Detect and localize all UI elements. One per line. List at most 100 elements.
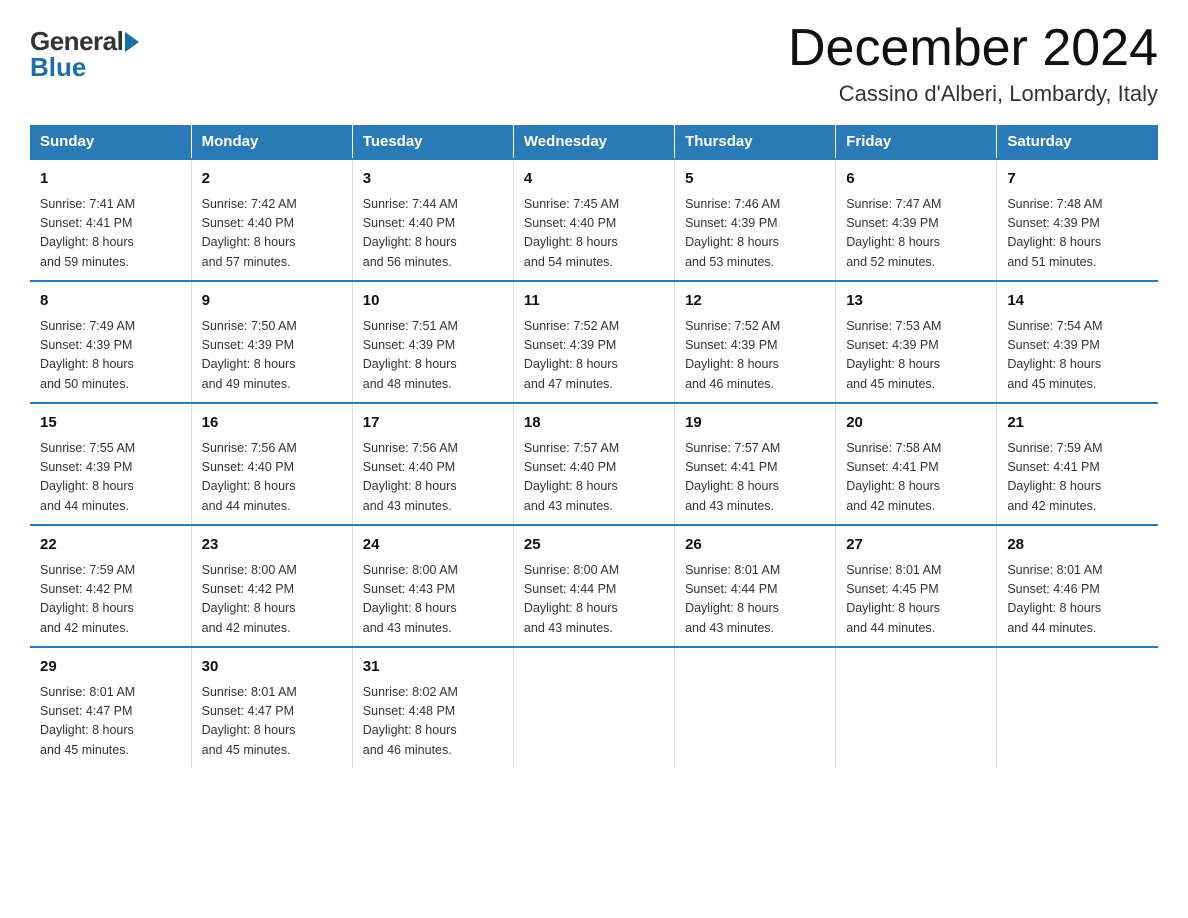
calendar-cell: 25 Sunrise: 8:00 AM Sunset: 4:44 PM Dayl… [513,525,674,647]
calendar-cell: 27 Sunrise: 8:01 AM Sunset: 4:45 PM Dayl… [836,525,997,647]
day-number: 4 [524,168,664,191]
day-number: 5 [685,168,825,191]
day-info: Sunrise: 8:01 AM Sunset: 4:47 PM Dayligh… [40,683,181,761]
day-info: Sunrise: 8:00 AM Sunset: 4:42 PM Dayligh… [202,561,342,639]
day-info: Sunrise: 7:41 AM Sunset: 4:41 PM Dayligh… [40,195,181,273]
calendar-cell: 31 Sunrise: 8:02 AM Sunset: 4:48 PM Dayl… [352,647,513,768]
day-info: Sunrise: 7:52 AM Sunset: 4:39 PM Dayligh… [524,317,664,395]
calendar-cell: 21 Sunrise: 7:59 AM Sunset: 4:41 PM Dayl… [997,403,1158,525]
logo: General Blue [30,20,139,80]
day-info: Sunrise: 7:50 AM Sunset: 4:39 PM Dayligh… [202,317,342,395]
day-info: Sunrise: 7:54 AM Sunset: 4:39 PM Dayligh… [1007,317,1148,395]
day-number: 1 [40,168,181,191]
day-info: Sunrise: 7:55 AM Sunset: 4:39 PM Dayligh… [40,439,181,517]
calendar-week-row-4: 22 Sunrise: 7:59 AM Sunset: 4:42 PM Dayl… [30,525,1158,647]
day-info: Sunrise: 8:01 AM Sunset: 4:47 PM Dayligh… [202,683,342,761]
page-header: General Blue December 2024 Cassino d'Alb… [30,20,1158,107]
calendar-week-row-3: 15 Sunrise: 7:55 AM Sunset: 4:39 PM Dayl… [30,403,1158,525]
calendar-cell: 1 Sunrise: 7:41 AM Sunset: 4:41 PM Dayli… [30,159,191,281]
calendar-cell: 4 Sunrise: 7:45 AM Sunset: 4:40 PM Dayli… [513,159,674,281]
day-info: Sunrise: 7:49 AM Sunset: 4:39 PM Dayligh… [40,317,181,395]
day-number: 11 [524,290,664,313]
weekday-header-friday: Friday [836,125,997,159]
month-title: December 2024 [788,20,1158,77]
day-info: Sunrise: 7:58 AM Sunset: 4:41 PM Dayligh… [846,439,986,517]
calendar-cell: 17 Sunrise: 7:56 AM Sunset: 4:40 PM Dayl… [352,403,513,525]
day-info: Sunrise: 7:57 AM Sunset: 4:41 PM Dayligh… [685,439,825,517]
day-info: Sunrise: 8:02 AM Sunset: 4:48 PM Dayligh… [363,683,503,761]
day-number: 26 [685,534,825,557]
location-title: Cassino d'Alberi, Lombardy, Italy [788,81,1158,107]
calendar-cell: 6 Sunrise: 7:47 AM Sunset: 4:39 PM Dayli… [836,159,997,281]
day-info: Sunrise: 7:59 AM Sunset: 4:41 PM Dayligh… [1007,439,1148,517]
day-number: 19 [685,412,825,435]
calendar-cell: 5 Sunrise: 7:46 AM Sunset: 4:39 PM Dayli… [675,159,836,281]
day-number: 24 [363,534,503,557]
day-info: Sunrise: 7:57 AM Sunset: 4:40 PM Dayligh… [524,439,664,517]
logo-general-text: General [30,28,139,54]
calendar-cell: 18 Sunrise: 7:57 AM Sunset: 4:40 PM Dayl… [513,403,674,525]
calendar-cell: 22 Sunrise: 7:59 AM Sunset: 4:42 PM Dayl… [30,525,191,647]
calendar-cell: 3 Sunrise: 7:44 AM Sunset: 4:40 PM Dayli… [352,159,513,281]
calendar-cell: 14 Sunrise: 7:54 AM Sunset: 4:39 PM Dayl… [997,281,1158,403]
day-number: 2 [202,168,342,191]
day-info: Sunrise: 7:53 AM Sunset: 4:39 PM Dayligh… [846,317,986,395]
calendar-cell [836,647,997,768]
calendar-cell: 30 Sunrise: 8:01 AM Sunset: 4:47 PM Dayl… [191,647,352,768]
day-info: Sunrise: 7:45 AM Sunset: 4:40 PM Dayligh… [524,195,664,273]
day-info: Sunrise: 8:00 AM Sunset: 4:44 PM Dayligh… [524,561,664,639]
weekday-header-thursday: Thursday [675,125,836,159]
title-block: December 2024 Cassino d'Alberi, Lombardy… [788,20,1158,107]
day-info: Sunrise: 7:59 AM Sunset: 4:42 PM Dayligh… [40,561,181,639]
day-number: 23 [202,534,342,557]
calendar-week-row-1: 1 Sunrise: 7:41 AM Sunset: 4:41 PM Dayli… [30,159,1158,281]
day-number: 6 [846,168,986,191]
day-number: 14 [1007,290,1148,313]
day-number: 10 [363,290,503,313]
calendar-cell: 16 Sunrise: 7:56 AM Sunset: 4:40 PM Dayl… [191,403,352,525]
weekday-header-monday: Monday [191,125,352,159]
logo-blue-text: Blue [30,54,86,80]
weekday-header-saturday: Saturday [997,125,1158,159]
day-info: Sunrise: 7:56 AM Sunset: 4:40 PM Dayligh… [202,439,342,517]
day-number: 21 [1007,412,1148,435]
day-info: Sunrise: 7:48 AM Sunset: 4:39 PM Dayligh… [1007,195,1148,273]
day-number: 20 [846,412,986,435]
day-number: 22 [40,534,181,557]
day-number: 30 [202,656,342,679]
day-number: 15 [40,412,181,435]
weekday-header-sunday: Sunday [30,125,191,159]
calendar-header-row: SundayMondayTuesdayWednesdayThursdayFrid… [30,125,1158,159]
day-number: 31 [363,656,503,679]
day-number: 13 [846,290,986,313]
day-info: Sunrise: 8:01 AM Sunset: 4:45 PM Dayligh… [846,561,986,639]
day-number: 28 [1007,534,1148,557]
day-info: Sunrise: 7:56 AM Sunset: 4:40 PM Dayligh… [363,439,503,517]
day-number: 9 [202,290,342,313]
day-info: Sunrise: 7:42 AM Sunset: 4:40 PM Dayligh… [202,195,342,273]
calendar-cell: 11 Sunrise: 7:52 AM Sunset: 4:39 PM Dayl… [513,281,674,403]
day-info: Sunrise: 8:01 AM Sunset: 4:44 PM Dayligh… [685,561,825,639]
calendar-cell: 19 Sunrise: 7:57 AM Sunset: 4:41 PM Dayl… [675,403,836,525]
calendar-cell: 26 Sunrise: 8:01 AM Sunset: 4:44 PM Dayl… [675,525,836,647]
weekday-header-wednesday: Wednesday [513,125,674,159]
day-number: 3 [363,168,503,191]
calendar-cell: 29 Sunrise: 8:01 AM Sunset: 4:47 PM Dayl… [30,647,191,768]
day-number: 27 [846,534,986,557]
day-number: 18 [524,412,664,435]
day-number: 29 [40,656,181,679]
calendar-cell: 23 Sunrise: 8:00 AM Sunset: 4:42 PM Dayl… [191,525,352,647]
calendar-cell: 24 Sunrise: 8:00 AM Sunset: 4:43 PM Dayl… [352,525,513,647]
calendar-cell: 28 Sunrise: 8:01 AM Sunset: 4:46 PM Dayl… [997,525,1158,647]
day-number: 16 [202,412,342,435]
day-info: Sunrise: 8:01 AM Sunset: 4:46 PM Dayligh… [1007,561,1148,639]
day-info: Sunrise: 8:00 AM Sunset: 4:43 PM Dayligh… [363,561,503,639]
day-number: 25 [524,534,664,557]
day-number: 12 [685,290,825,313]
calendar-week-row-5: 29 Sunrise: 8:01 AM Sunset: 4:47 PM Dayl… [30,647,1158,768]
calendar-cell [675,647,836,768]
calendar-week-row-2: 8 Sunrise: 7:49 AM Sunset: 4:39 PM Dayli… [30,281,1158,403]
day-info: Sunrise: 7:44 AM Sunset: 4:40 PM Dayligh… [363,195,503,273]
day-number: 17 [363,412,503,435]
day-number: 7 [1007,168,1148,191]
